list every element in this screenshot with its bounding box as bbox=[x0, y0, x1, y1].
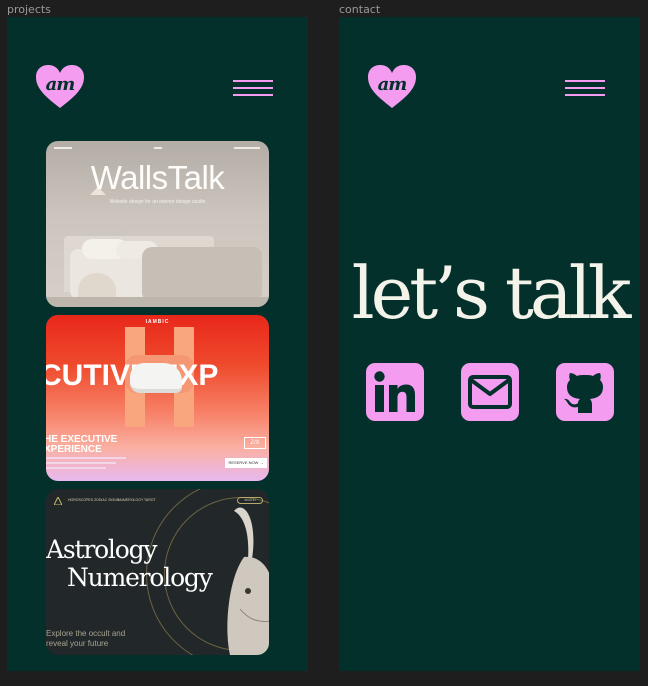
floor bbox=[46, 297, 269, 307]
project-subtitle: Explore the occult and reveal your futur… bbox=[46, 629, 125, 649]
subtitle-line: Explore the occult and bbox=[46, 629, 126, 638]
body-text-lines bbox=[46, 457, 126, 472]
blanket bbox=[142, 247, 262, 299]
contact-frame: am let’s talk bbox=[339, 17, 640, 671]
logo-badge: Z/X bbox=[244, 437, 266, 449]
sneaker-image bbox=[130, 363, 182, 393]
hero-headline-line: XPERIENCE bbox=[46, 444, 102, 455]
nav-item: NUMEROLOGY bbox=[118, 498, 144, 502]
card-topbar bbox=[54, 147, 261, 151]
project-title: WallsTalk bbox=[90, 159, 225, 196]
rabbit-sculpture-image bbox=[214, 499, 269, 655]
card-topbar: IAMBIC bbox=[46, 319, 269, 325]
logo[interactable]: am bbox=[36, 65, 84, 109]
mail-icon bbox=[461, 363, 519, 421]
logo-text: am bbox=[45, 74, 76, 95]
project-title-line: Numerology bbox=[67, 563, 213, 592]
brand-name: IAMBIC bbox=[145, 319, 170, 325]
hamburger-menu-icon[interactable] bbox=[565, 80, 605, 98]
linkedin-link[interactable] bbox=[366, 363, 424, 421]
logo-text: am bbox=[377, 74, 408, 95]
project-card-iambic[interactable]: IAMBIC CUTIVE EXP HE EXECUTIVE XPERIENCE… bbox=[46, 315, 269, 481]
project-card-wallstalk[interactable]: WallsTalk Website design for an interior… bbox=[46, 141, 269, 307]
hero-headline: HE EXECUTIVE XPERIENCE bbox=[46, 435, 117, 455]
project-title-line: Astrology bbox=[46, 535, 158, 564]
github-icon bbox=[556, 363, 614, 421]
github-link[interactable] bbox=[556, 363, 614, 421]
nav-item: TAROT bbox=[144, 498, 156, 502]
project-subtitle: Website design for an interior design st… bbox=[109, 199, 206, 205]
nav-item: HOROSCOPES bbox=[68, 498, 94, 502]
contact-heading: let’s talk bbox=[351, 251, 632, 335]
subtitle-line: reveal your future bbox=[46, 639, 109, 648]
projects-frame: am WallsTalk Website design for an inter… bbox=[7, 17, 308, 671]
nav-item: ZODIAC SIGNS bbox=[94, 498, 120, 502]
project-card-astrology[interactable]: HOROSCOPES ZODIAC SIGNS NUMEROLOGY TAROT… bbox=[46, 489, 269, 655]
email-link[interactable] bbox=[461, 363, 519, 421]
frame-label-contact: contact bbox=[339, 3, 381, 16]
triangle-logo-icon bbox=[54, 497, 62, 505]
logo[interactable]: am bbox=[368, 65, 416, 109]
reserve-now-button[interactable]: RESERVE NOW → bbox=[225, 458, 267, 468]
frame-label-projects: projects bbox=[7, 3, 51, 16]
linkedin-icon bbox=[366, 363, 424, 421]
hamburger-menu-icon[interactable] bbox=[233, 80, 273, 98]
